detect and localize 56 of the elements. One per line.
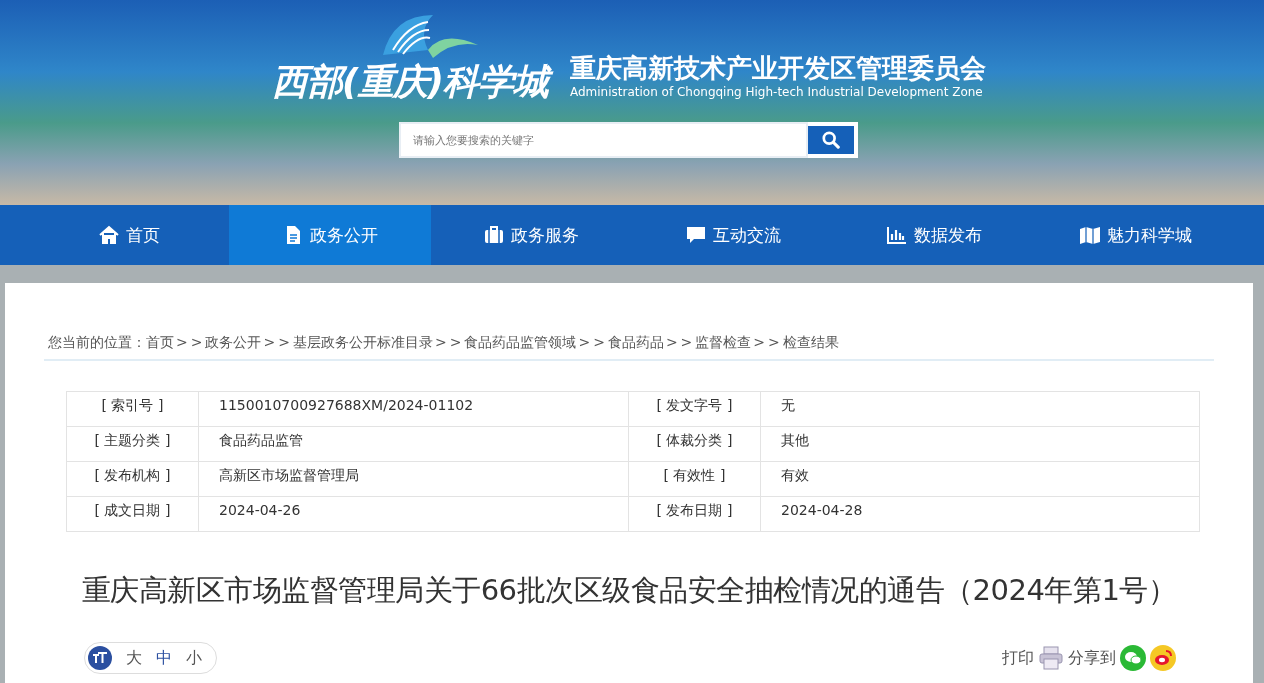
breadcrumb-link[interactable]: 食品药品: [607, 334, 664, 350]
print-link[interactable]: 打印: [1002, 647, 1034, 669]
breadcrumb-link[interactable]: 检查结果: [782, 334, 839, 350]
field-value: 有效: [761, 462, 1200, 497]
breadcrumb-link[interactable]: 基层政务公开标准目录: [292, 334, 433, 350]
field-label: [ 发布机构 ]: [67, 462, 199, 497]
text-size-icon: [88, 646, 112, 670]
breadcrumb-separator: >>: [664, 334, 696, 350]
font-size-option[interactable]: 中: [156, 647, 172, 669]
nav-item[interactable]: 数据发布: [833, 205, 1035, 265]
logo-text: 西部(重庆)科学城: [270, 60, 556, 104]
breadcrumb-separator: >>: [752, 334, 783, 350]
breadcrumb-separator: >>: [577, 334, 608, 350]
search-field[interactable]: 请输入您要搜索的关键字: [398, 122, 808, 158]
article-title: 重庆高新区市场监督管理局关于66批次区级食品安全抽检情况的通告（2024年第1号）: [80, 572, 1178, 609]
chart-icon: [885, 224, 908, 246]
field-value: 2024-04-28: [761, 497, 1200, 532]
field-value: 高新区市场监督管理局: [199, 462, 629, 497]
font-size-option[interactable]: 大: [126, 647, 142, 669]
nav-item[interactable]: 政务公开: [229, 205, 431, 265]
breadcrumb-separator: >>: [175, 334, 206, 350]
site-subtitle: Administration of Chongqing High-tech Industrial Development Zone: [569, 84, 984, 100]
field-value: 食品药品监管: [199, 427, 629, 462]
breadcrumb-separator: >>: [262, 334, 293, 350]
field-value: 2024-04-26: [199, 497, 629, 532]
field-value: 其他: [761, 427, 1200, 462]
map-icon: [1078, 224, 1101, 246]
field-value: 1150010700927688XM/2024-01102: [199, 392, 629, 427]
home-icon: [97, 224, 120, 246]
comment-icon: [684, 224, 707, 246]
nav-item[interactable]: 互动交流: [632, 205, 834, 265]
site-title: 重庆高新技术产业开发区管理委员会: [569, 52, 986, 84]
field-label: [ 有效性 ]: [629, 462, 761, 497]
field-label: [ 主题分类 ]: [67, 427, 199, 462]
search-button[interactable]: [807, 122, 858, 158]
share-label: 分享到: [1068, 647, 1116, 669]
field-value: 无: [761, 392, 1200, 427]
breadcrumb-link[interactable]: 食品药品监管领域: [464, 334, 577, 350]
weibo-icon[interactable]: [1150, 645, 1176, 671]
breadcrumb-link[interactable]: 监督检查: [695, 334, 752, 350]
field-label: [ 成文日期 ]: [67, 497, 199, 532]
briefcase-icon: [483, 224, 506, 246]
nav-item[interactable]: 首页: [28, 205, 230, 265]
wechat-icon[interactable]: [1120, 645, 1146, 671]
nav-item[interactable]: 政务服务: [430, 205, 632, 265]
location-label: 您当前的位置：: [48, 334, 146, 350]
breadcrumb-separator: >>: [433, 334, 465, 350]
font-size-option[interactable]: 小: [186, 647, 202, 669]
nav-item[interactable]: 魅力科学城: [1034, 205, 1236, 265]
field-label: [ 体裁分类 ]: [629, 427, 761, 462]
field-label: [ 索引号 ]: [67, 392, 199, 427]
field-label: [ 发文字号 ]: [629, 392, 761, 427]
breadcrumb-link[interactable]: 首页: [146, 334, 174, 350]
field-label: [ 发布日期 ]: [629, 497, 761, 532]
search-icon: [821, 131, 840, 149]
breadcrumb-link[interactable]: 政务公开: [205, 334, 262, 350]
